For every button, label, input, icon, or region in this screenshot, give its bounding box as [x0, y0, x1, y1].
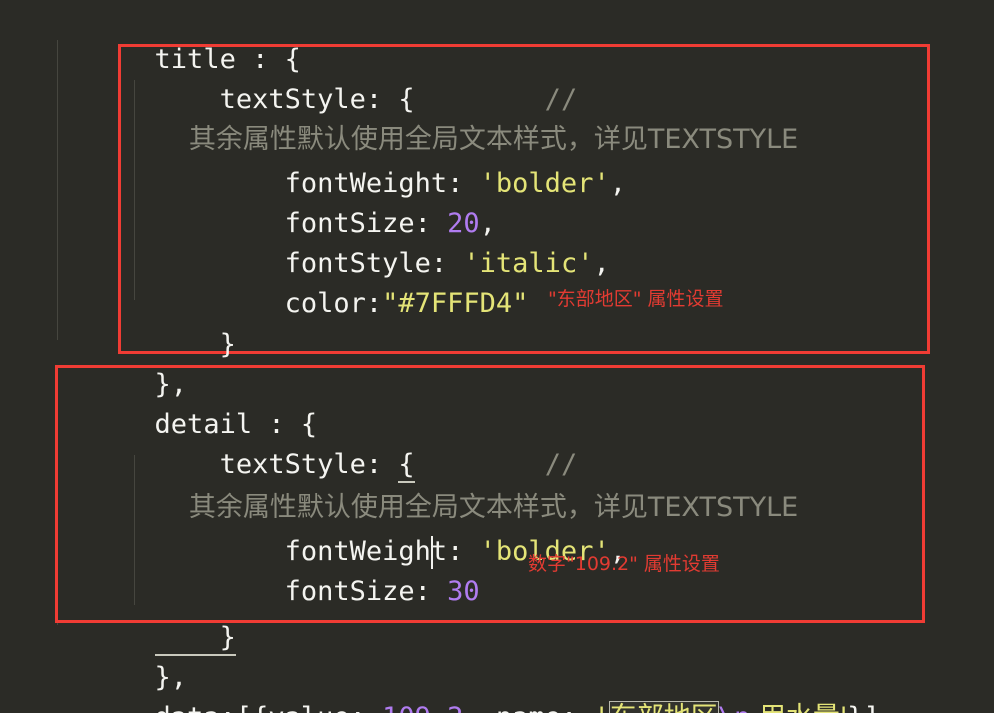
code-line-5: fontSize: 20,: [57, 164, 496, 239]
code-line-13: fontWeight: 'bolder',: [57, 492, 626, 567]
code-line-10: detail : {: [57, 365, 318, 440]
code-line-2: textStyle: { //: [57, 40, 578, 115]
code-line-14: fontSize: 30: [57, 532, 480, 607]
code-token-plain: ,: [593, 248, 610, 279]
code-token-string: "#7FFFD4": [382, 288, 529, 319]
code-line-3: 其余属性默认使用全局文本样式，详见TEXTSTYLE: [57, 80, 798, 155]
code-token-plain: }]: [847, 702, 880, 713]
code-editor[interactable]: title : { textStyle: { // 其余属性默认使用全局文本样式…: [0, 0, 994, 713]
code-line-17: data:[{value: 109.2, name: '东部地区\n 用水量'}…: [57, 658, 880, 713]
text-caret: [431, 536, 433, 569]
code-line-11: textStyle: { //: [57, 405, 577, 483]
code-token-number: 109.2: [382, 702, 463, 713]
code-line-6: fontStyle: 'italic',: [57, 204, 610, 279]
code-line-9: },: [57, 325, 188, 400]
code-token-plain: data:[{value:: [155, 702, 383, 713]
code-token-escape: \n: [718, 702, 751, 713]
title-annotation-label: "东部地区" 属性设置: [548, 288, 724, 310]
code-token-quote: ': [593, 702, 609, 713]
detail-annotation-label: 数字"109.2" 属性设置: [528, 553, 720, 575]
code-token-plain: ,: [609, 168, 626, 199]
code-token-string: 'bolder': [479, 168, 610, 199]
code-line-7: color:"#7FFFD4": [57, 244, 529, 319]
code-line-4: fontWeight: 'bolder',: [57, 124, 626, 199]
code-token-word-occurrence[interactable]: 东部地区: [608, 701, 719, 713]
code-line-16: },: [57, 618, 188, 693]
code-line-15: }: [57, 578, 236, 656]
code-line-8: }: [57, 285, 236, 360]
code-token-string: 用水量': [750, 702, 847, 713]
code-token-plain: , name:: [463, 702, 593, 713]
code-line-1: title : {: [57, 0, 301, 75]
code-line-12: 其余属性默认使用全局文本样式，详见TEXTSTYLE: [57, 448, 798, 523]
code-token-number: 30: [447, 576, 480, 607]
